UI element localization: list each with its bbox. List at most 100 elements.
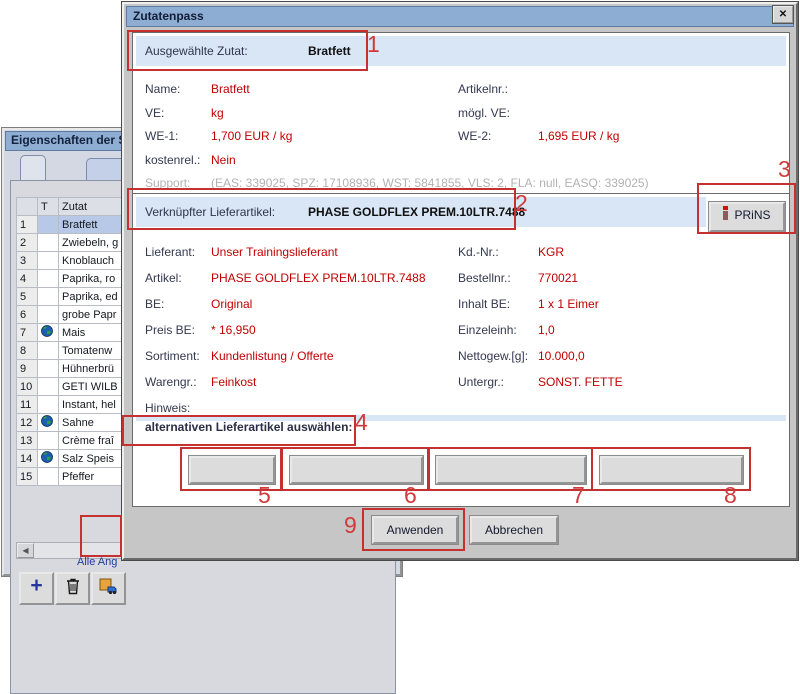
row-number: 11 [17,396,38,414]
field-label: VE: [145,102,211,126]
field-row: Nettogew.[g]:10.000,0 [458,343,783,369]
linked-article-label: Verknüpfter Lieferartikel: [145,197,275,227]
field-value: 1,700 EUR / kg [211,129,292,143]
row-number: 4 [17,270,38,288]
field-row: mögl. VE: [458,102,783,126]
field-label: WE-2: [458,125,538,149]
field-row: Support:(EAS: 339025, SPZ: 17108936, WST… [145,172,455,196]
field-value: Kundenlistung / Offerte [211,349,334,363]
alternative-article-button[interactable] [600,456,743,484]
close-icon[interactable]: ✕ [773,6,793,23]
field-row: Lieferant:Unser Trainingslieferant [145,239,455,265]
field-label: Sortiment: [145,343,211,369]
linked-article-panel: Verknüpfter Lieferartikel: PHASE GOLDFLE… [132,193,790,507]
field-row: BE:Original [145,291,455,317]
field-label: Name: [145,78,211,102]
field-value: KGR [538,245,564,259]
row-type-cell [38,252,59,270]
col-header-t: T [38,198,59,216]
field-label: Einzeleinh: [458,317,538,343]
row-type-cell [38,378,59,396]
prins-info-icon [723,206,728,220]
field-value: * 16,950 [211,323,256,337]
selected-ingredient-label: Ausgewählte Zutat: [145,36,248,66]
row-number: 5 [17,288,38,306]
row-number: 8 [17,342,38,360]
field-label: Artikel: [145,265,211,291]
row-number: 15 [17,468,38,486]
row-number: 12 [17,414,38,432]
field-value: Original [211,297,252,311]
field-row: Einzeleinh:1,0 [458,317,783,343]
field-value: Bratfett [211,82,250,96]
globe-icon [41,418,53,430]
field-label: mögl. VE: [458,102,538,126]
field-label: Artikelnr.: [458,78,538,102]
zutatenpass-dialog: Zutatenpass ✕ Ausgewählte Zutat: Bratfet… [122,2,798,560]
field-label: BE: [145,291,211,317]
truck-box-icon [99,582,119,599]
prins-button[interactable]: PRiNS [709,202,785,232]
field-label: Lieferant: [145,239,211,265]
cancel-button[interactable]: Abbrechen [470,516,558,544]
apply-button[interactable]: Anwenden [372,516,458,544]
globe-icon [41,454,53,466]
row-type-cell [38,306,59,324]
row-type-cell [38,270,59,288]
field-row: VE:kg [145,102,455,126]
row-type-cell [38,432,59,450]
dialog-titlebar[interactable]: Zutatenpass [126,6,794,27]
scroll-left-icon[interactable]: ◀ [17,543,34,558]
field-label: kostenrel.: [145,149,211,173]
field-label: Warengr.: [145,369,211,395]
field-value: 1,695 EUR / kg [538,129,619,143]
row-type-cell [38,468,59,486]
table-footnote: Alle Ang [77,556,117,568]
alternative-article-label: alternativen Lieferartikel auswählen: [145,420,352,434]
selected-ingredient-panel: Ausgewählte Zutat: Bratfett Name:Bratfet… [132,32,790,194]
field-row: Kd.-Nr.:KGR [458,239,783,265]
field-label: Inhalt BE: [458,291,538,317]
field-row: Name:Bratfett [145,78,455,102]
field-value: PHASE GOLDFLEX PREM.10LTR.7488 [211,271,426,285]
field-value: Nein [211,153,236,167]
row-type-cell [38,450,59,468]
field-value: kg [211,106,224,120]
row-type-cell [38,324,59,342]
field-value: SONST. FETTE [538,375,623,389]
tab[interactable] [20,155,46,181]
field-label: Bestellnr.: [458,265,538,291]
field-row: Untergr.:SONST. FETTE [458,369,783,395]
row-type-cell [38,414,59,432]
row-number: 3 [17,252,38,270]
row-type-cell [38,288,59,306]
row-number: 10 [17,378,38,396]
alternative-article-button[interactable] [436,456,586,484]
linked-article-header: Verknüpfter Lieferartikel: PHASE GOLDFLE… [136,197,706,227]
row-type-cell [38,234,59,252]
field-row: WE-2:1,695 EUR / kg [458,125,783,149]
row-number: 1 [17,216,38,234]
row-number: 13 [17,432,38,450]
field-value: 10.000,0 [538,349,585,363]
field-label: WE-1: [145,125,211,149]
field-value: 1 x 1 Eimer [538,297,599,311]
field-value: 770021 [538,271,578,285]
row-type-cell [38,342,59,360]
alternative-article-button[interactable] [189,456,275,484]
field-row: kostenrel.:Nein [145,149,455,173]
row-number: 7 [17,324,38,342]
row-number: 6 [17,306,38,324]
row-type-cell [38,360,59,378]
field-value: Feinkost [211,375,256,389]
alternative-article-button[interactable] [290,456,423,484]
field-label: Support: [145,172,211,196]
row-number: 14 [17,450,38,468]
prins-button-label: PRiNS [734,208,770,222]
dialog-title: Zutatenpass [133,9,204,23]
col-header-num [17,198,38,216]
row-number: 9 [17,360,38,378]
field-row: Warengr.:Feinkost [145,369,455,395]
row-type-cell [38,216,59,234]
field-label: Kd.-Nr.: [458,239,538,265]
